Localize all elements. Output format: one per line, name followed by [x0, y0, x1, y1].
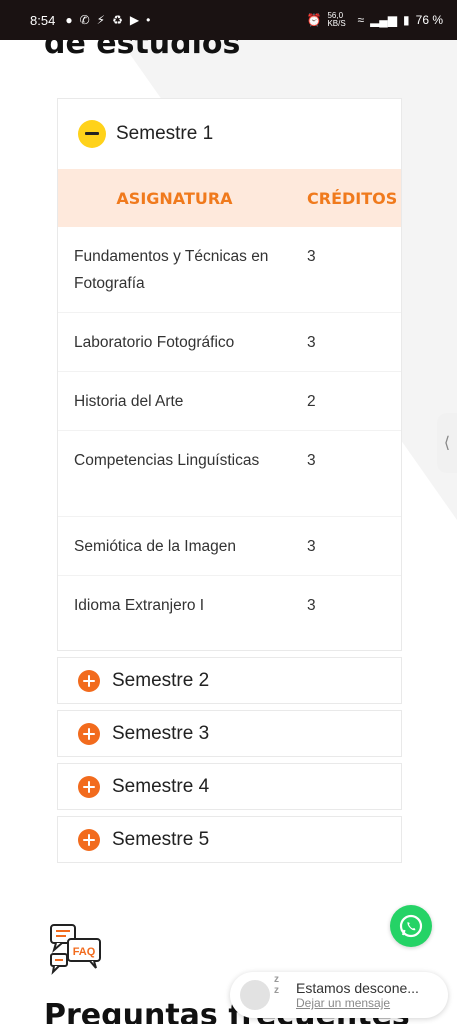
accordion-title: Semestre 4	[112, 775, 210, 797]
faq-icon-text: FAQ	[73, 946, 96, 958]
credits-cell: 3	[307, 248, 316, 265]
expand-icon[interactable]	[78, 722, 100, 745]
credits-cell: 3	[307, 334, 316, 351]
accordion-header-semestre-1[interactable]: Semestre 1	[58, 99, 401, 169]
accordion-semestre-1: Semestre 1 ASIGNATURA CRÉDITOS Fundament…	[57, 98, 402, 651]
accordion-semestre-5[interactable]: Semestre 5	[57, 816, 402, 863]
chat-avatar: z z	[240, 974, 279, 1010]
battery-level: 76 %	[415, 13, 443, 27]
alarm-icon: ⏰	[306, 13, 322, 27]
table-row: Competencias Linguísticas 3	[58, 431, 401, 517]
subject-cell: Semiótica de la Imagen	[74, 538, 236, 555]
collapse-icon[interactable]	[78, 120, 106, 148]
status-bar: 8:54 ● ✆ ⚡ ♻ ▶ • ⏰ 56,0 KB/S ≈ ▂▄▆ ▮ 76 …	[0, 0, 457, 40]
chevron-left-icon: ⟨	[443, 435, 451, 452]
table-row: Idioma Extranjero I 3	[58, 576, 401, 635]
credits-cell: 3	[307, 538, 316, 555]
credits-cell: 2	[307, 393, 316, 410]
column-header-credits: CRÉDITOS	[307, 188, 398, 208]
accordion-semestre-4[interactable]: Semestre 4	[57, 763, 402, 810]
status-right: ⏰ 56,0 KB/S ≈ ▂▄▆ ▮ 76 %	[307, 12, 443, 28]
expand-icon[interactable]	[78, 828, 100, 851]
subject-cell: Fundamentos y Técnicas en Fotografía	[74, 248, 269, 292]
snapchat-icon: ●	[65, 13, 73, 27]
whatsapp-button[interactable]	[390, 905, 432, 947]
credits-cell: 3	[307, 452, 316, 469]
credits-cell: 3	[307, 597, 316, 614]
faq-icon: FAQ	[50, 924, 101, 975]
accordion-semestre-2[interactable]: Semestre 2	[57, 657, 402, 704]
expand-icon[interactable]	[78, 775, 100, 798]
accordion-title: Semestre 2	[112, 669, 210, 691]
subject-cell: Idioma Extranjero I	[74, 597, 205, 614]
column-header-subject: ASIGNATURA	[116, 188, 233, 208]
table-row: Historia del Arte 2	[58, 372, 401, 431]
messenger-icon: ⚡	[96, 13, 106, 27]
chat-widget[interactable]: z z Estamos descone... Dejar un mensaje	[230, 972, 448, 1018]
table-row: Semiótica de la Imagen 3	[58, 517, 401, 576]
subject-cell: Laboratorio Fotográfico	[74, 334, 235, 351]
expand-icon[interactable]	[78, 669, 100, 692]
signal-icon: ▂▄▆	[370, 13, 398, 27]
whatsapp-status-icon: ✆	[79, 13, 90, 27]
battery-icon: ▮	[403, 13, 410, 27]
notification-icons: ● ✆ ⚡ ♻ ▶ •	[65, 13, 150, 27]
table-row: Laboratorio Fotográfico 3	[58, 313, 401, 372]
whatsapp-icon	[399, 914, 423, 938]
youtube-icon: ▶	[129, 13, 140, 27]
accordion-title: Semestre 1	[116, 123, 214, 144]
accordion-title: Semestre 3	[112, 722, 210, 744]
data-speed: 56,0 KB/S	[327, 11, 346, 28]
table-header: ASIGNATURA CRÉDITOS	[58, 169, 401, 227]
more-dot-icon: •	[146, 13, 151, 27]
side-panel-tab[interactable]: ⟨	[437, 413, 457, 473]
table-row: Fundamentos y Técnicas en Fotografía 3	[58, 227, 401, 313]
subject-cell: Competencias Linguísticas	[74, 452, 260, 469]
accordion-semestre-3[interactable]: Semestre 3	[57, 710, 402, 757]
status-time: 8:54	[30, 12, 56, 28]
sync-icon: ♻	[112, 13, 123, 27]
leave-message-link[interactable]: Dejar un mensaje	[296, 996, 419, 1010]
wifi-icon: ≈	[357, 13, 365, 27]
accordion-title: Semestre 5	[112, 828, 210, 850]
sleep-icon: z z	[274, 974, 279, 996]
chat-status: Estamos descone...	[296, 980, 419, 996]
subject-cell: Historia del Arte	[74, 393, 184, 410]
